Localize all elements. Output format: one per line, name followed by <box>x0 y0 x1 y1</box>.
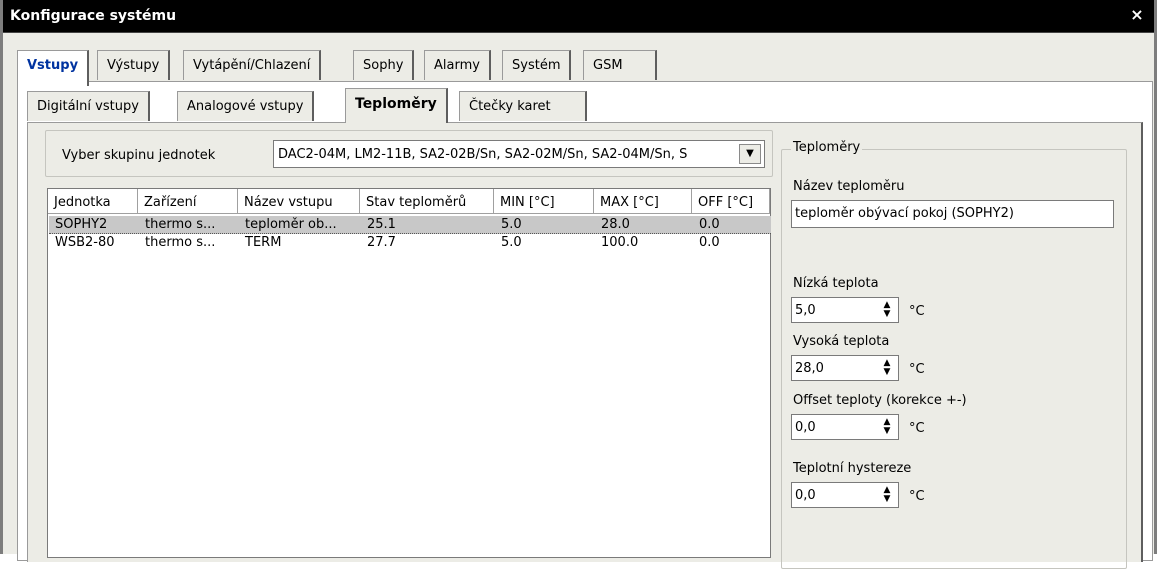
tab-vytapeni-chlazeni[interactable]: Vytápění/Chlazení <box>183 50 322 80</box>
spin-down-icon[interactable]: ▼ <box>884 494 891 504</box>
column-header-jednotka[interactable]: Jednotka <box>48 189 138 214</box>
table-cell: thermo s... <box>145 217 216 232</box>
tab-label: Teploměry <box>355 96 437 112</box>
tab-analogove-vstupy[interactable]: Analogové vstupy <box>177 91 315 121</box>
chevron-down-icon[interactable]: ▼ <box>739 144 761 164</box>
column-header-zarizeni[interactable]: Zařízení <box>138 189 238 214</box>
table-row[interactable]: WSB2-80 thermo s... TERM 27.7 5.0 100.0 … <box>49 234 771 252</box>
unit-label: °C <box>909 421 925 436</box>
hysteresis-label: Teplotní hystereze <box>793 461 912 476</box>
unit-label: °C <box>909 362 925 377</box>
tab-label: Vstupy <box>27 58 79 73</box>
table-cell: teploměr ob... <box>245 217 337 232</box>
low-temp-stepper[interactable]: 5,0 ▲ ▼ <box>791 297 899 323</box>
table-cell: 100.0 <box>601 235 639 250</box>
tab-label: Sophy <box>363 58 404 73</box>
tab-system[interactable]: Systém <box>502 50 572 80</box>
table-cell: 27.7 <box>367 235 396 250</box>
high-temp-stepper[interactable]: 28,0 ▲ ▼ <box>791 355 899 381</box>
tab-label: Systém <box>512 58 561 73</box>
thermometer-table[interactable]: Jednotka Zařízení Název vstupu Stav tepl… <box>47 188 771 558</box>
tab-vystupy[interactable]: Výstupy <box>97 50 171 80</box>
tab-digitalni-vstupy[interactable]: Digitální vstupy <box>27 91 150 121</box>
column-header-min[interactable]: MIN [°C] <box>494 189 594 214</box>
spin-arrows-icon[interactable]: ▲ ▼ <box>879 301 895 319</box>
group-select-value: DAC2-04M, LM2-11B, SA2-02B/Sn, SA2-02M/S… <box>278 147 688 162</box>
thermometer-details-title: Teploměry <box>791 140 863 155</box>
low-temp-label: Nízká teplota <box>793 276 879 291</box>
spin-down-icon[interactable]: ▼ <box>884 426 891 436</box>
thermometer-name-input[interactable]: teploměr obývací pokoj (SOPHY2) <box>791 200 1114 228</box>
config-window: Konfigurace systému × Vstupy Výstupy Vyt… <box>0 0 1157 569</box>
unit-label: °C <box>909 304 925 319</box>
hysteresis-value: 0,0 <box>795 488 816 503</box>
tab-label: Čtečky karet <box>469 99 551 114</box>
tab-sophy[interactable]: Sophy <box>353 50 415 80</box>
spin-arrows-icon[interactable]: ▲ ▼ <box>879 486 895 504</box>
table-cell: 0.0 <box>699 235 720 250</box>
spin-arrows-icon[interactable]: ▲ ▼ <box>879 418 895 436</box>
thermometer-name-label: Název teploměru <box>793 179 905 194</box>
tab-label: GSM <box>593 58 623 73</box>
high-temp-label: Vysoká teplota <box>793 334 890 349</box>
table-cell: 28.0 <box>601 217 630 232</box>
table-cell: 5.0 <box>501 235 522 250</box>
table-cell: TERM <box>245 235 282 250</box>
tab-gsm[interactable]: GSM <box>583 50 657 80</box>
window-title: Konfigurace systému <box>10 8 177 24</box>
offset-stepper[interactable]: 0,0 ▲ ▼ <box>791 414 899 440</box>
tab-alarmy[interactable]: Alarmy <box>424 50 491 80</box>
title-bar: Konfigurace systému × <box>3 0 1154 33</box>
column-header-off[interactable]: OFF [°C] <box>692 189 770 214</box>
offset-label: Offset teploty (korekce +-) <box>793 393 967 408</box>
column-header-stav-teplomeru[interactable]: Stav teploměrů <box>360 189 494 214</box>
tab-teplomery[interactable]: Teploměry <box>345 88 448 123</box>
table-cell: WSB2-80 <box>55 235 115 250</box>
tab-label: Alarmy <box>434 58 480 73</box>
table-row[interactable]: SOPHY2 thermo s... teploměr ob... 25.1 5… <box>49 216 771 234</box>
group-select-label: Vyber skupinu jednotek <box>62 148 216 163</box>
offset-value: 0,0 <box>795 420 816 435</box>
tab-ctecky-karet[interactable]: Čtečky karet <box>459 91 587 121</box>
tab-label: Analogové vstupy <box>187 99 304 114</box>
group-select-combobox[interactable]: DAC2-04M, LM2-11B, SA2-02B/Sn, SA2-02M/S… <box>273 140 765 168</box>
table-cell: 0.0 <box>699 217 720 232</box>
table-cell: 25.1 <box>367 217 396 232</box>
high-temp-value: 28,0 <box>795 361 824 376</box>
spin-down-icon[interactable]: ▼ <box>884 367 891 377</box>
low-temp-value: 5,0 <box>795 303 816 318</box>
spin-down-icon[interactable]: ▼ <box>884 309 891 319</box>
tab-label: Vytápění/Chlazení <box>193 58 311 73</box>
tab-vstupy[interactable]: Vstupy <box>17 50 90 86</box>
column-header-max[interactable]: MAX [°C] <box>594 189 692 214</box>
table-cell: thermo s... <box>145 235 216 250</box>
close-icon[interactable]: × <box>1129 7 1145 23</box>
tab-label: Výstupy <box>107 58 160 73</box>
spin-arrows-icon[interactable]: ▲ ▼ <box>879 359 895 377</box>
tab-label: Digitální vstupy <box>37 99 139 114</box>
hysteresis-stepper[interactable]: 0,0 ▲ ▼ <box>791 482 899 508</box>
table-cell: 5.0 <box>501 217 522 232</box>
table-header: Jednotka Zařízení Název vstupu Stav tepl… <box>48 189 770 215</box>
unit-label: °C <box>909 489 925 504</box>
column-header-nazev-vstupu[interactable]: Název vstupu <box>238 189 360 214</box>
table-cell: SOPHY2 <box>55 217 108 232</box>
